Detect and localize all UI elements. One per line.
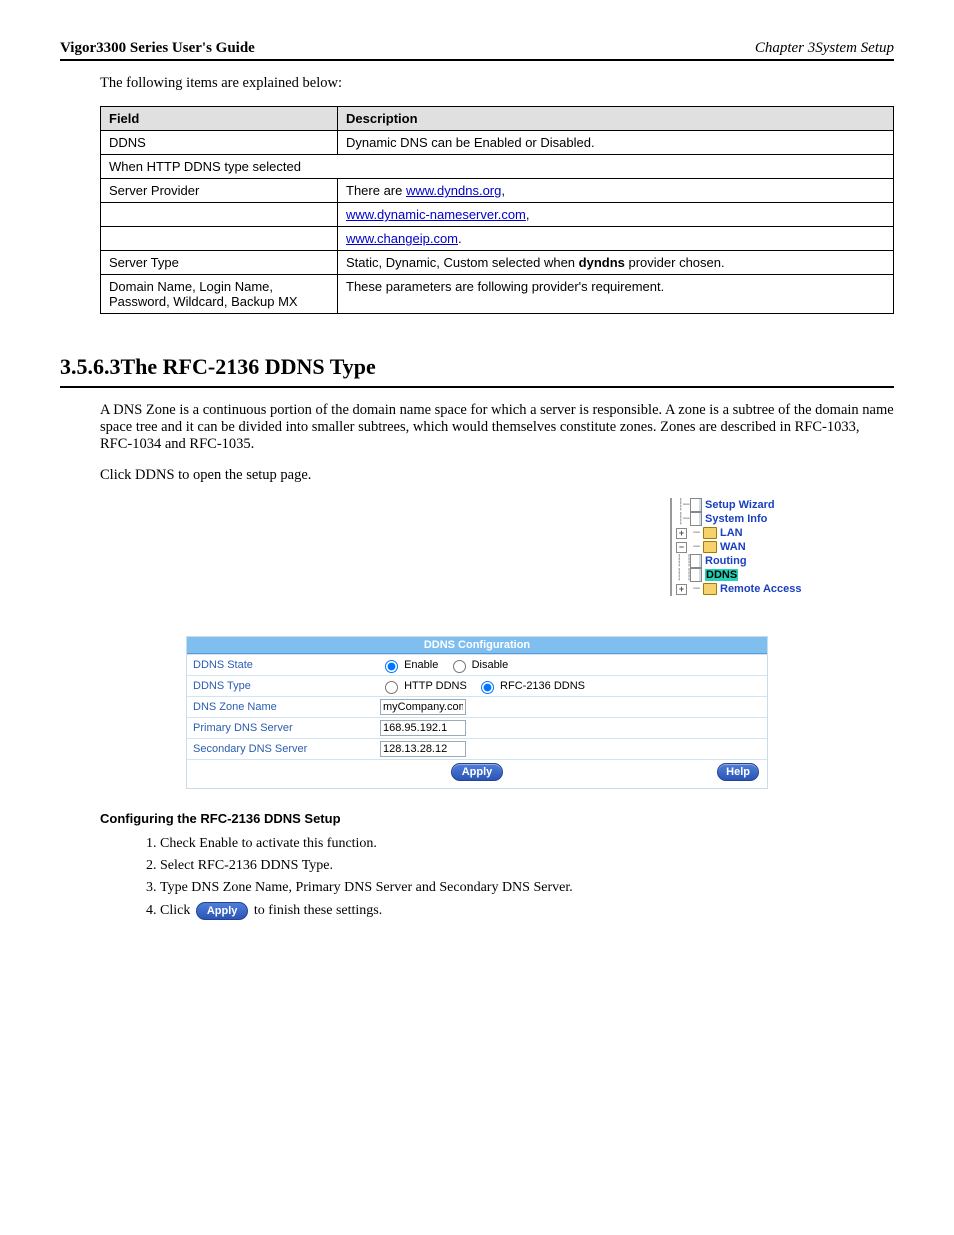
th-desc: Description xyxy=(338,107,894,131)
row-label: DNS Zone Name xyxy=(187,697,374,718)
dns-zone-input[interactable] xyxy=(380,699,466,715)
step-item: Click to finish these settings. Click Ap… xyxy=(160,902,894,920)
radio-disable[interactable]: Disable xyxy=(448,659,509,671)
subheading: Configuring the RFC-2136 DDNS Setup xyxy=(100,811,894,826)
expand-icon[interactable]: + xyxy=(676,584,687,595)
table-row: DDNS Dynamic DNS can be Enabled or Disab… xyxy=(101,131,894,155)
page-icon xyxy=(690,498,702,512)
step-item: Select RFC-2136 DDNS Type. xyxy=(160,858,894,874)
page-icon xyxy=(690,554,702,568)
table-row: www.changeip.com. xyxy=(101,227,894,251)
body-paragraph-1: A DNS Zone is a continuous portion of th… xyxy=(100,402,894,453)
table-row: When HTTP DDNS type selected xyxy=(101,155,894,179)
table-row: Server Provider There are www.dyndns.org… xyxy=(101,179,894,203)
steps-list: Check Enable to activate this function. … xyxy=(120,836,894,920)
row-label: DDNS Type xyxy=(187,676,374,697)
row-label: Secondary DNS Server xyxy=(187,739,374,760)
doc-title: Vigor3300 Series User's Guide xyxy=(60,40,255,57)
step-item: Check Enable to activate this function. xyxy=(160,836,894,852)
nav-system-info[interactable]: System Info xyxy=(705,513,767,525)
panel-title: DDNS Configuration xyxy=(187,637,767,654)
field-description-table: Field Description DDNS Dynamic DNS can b… xyxy=(100,106,894,314)
nav-lan[interactable]: LAN xyxy=(720,527,743,539)
doc-chapter: Chapter 3System Setup xyxy=(755,40,894,57)
ddns-config-panel: DDNS Configuration DDNS State Enable Dis… xyxy=(186,636,768,789)
collapse-icon[interactable]: − xyxy=(676,542,687,553)
page-icon xyxy=(690,568,702,582)
nav-ddns[interactable]: DDNS xyxy=(705,569,738,581)
body-paragraph-2: Click DDNS to open the setup page. xyxy=(100,467,894,484)
step-item: Type DNS Zone Name, Primary DNS Server a… xyxy=(160,880,894,896)
expand-icon[interactable]: + xyxy=(676,528,687,539)
table-row: www.dynamic-nameserver.com, xyxy=(101,203,894,227)
row-label: Primary DNS Server xyxy=(187,718,374,739)
folder-icon xyxy=(703,527,717,539)
radio-enable[interactable]: Enable xyxy=(380,659,438,671)
apply-button-inline[interactable]: Apply xyxy=(196,902,249,920)
table-row: Server Type Static, Dynamic, Custom sele… xyxy=(101,251,894,275)
nav-wan[interactable]: WAN xyxy=(720,541,746,553)
primary-dns-input[interactable] xyxy=(380,720,466,736)
table-row: Domain Name, Login Name, Password, Wildc… xyxy=(101,275,894,314)
help-button[interactable]: Help xyxy=(717,763,759,781)
nav-setup-wizard[interactable]: Setup Wizard xyxy=(705,499,775,511)
page-header: Vigor3300 Series User's Guide Chapter 3S… xyxy=(60,40,894,61)
secondary-dns-input[interactable] xyxy=(380,741,466,757)
nav-remote-access[interactable]: Remote Access xyxy=(720,583,802,595)
nav-tree: ┊┄Setup Wizard ┊┄System Info +┄LAN −┄WAN… xyxy=(670,498,802,596)
intro-text: The following items are explained below: xyxy=(100,75,894,92)
folder-icon xyxy=(703,541,717,553)
folder-icon xyxy=(703,583,717,595)
th-field: Field xyxy=(101,107,338,131)
radio-rfc2136-ddns[interactable]: RFC-2136 DDNS xyxy=(476,680,585,692)
radio-http-ddns[interactable]: HTTP DDNS xyxy=(380,680,467,692)
row-label: DDNS State xyxy=(187,655,374,676)
page-icon xyxy=(690,512,702,526)
nav-routing[interactable]: Routing xyxy=(705,555,747,567)
apply-button[interactable]: Apply xyxy=(451,763,504,781)
section-title: 3.5.6.3The RFC-2136 DDNS Type xyxy=(60,354,894,388)
